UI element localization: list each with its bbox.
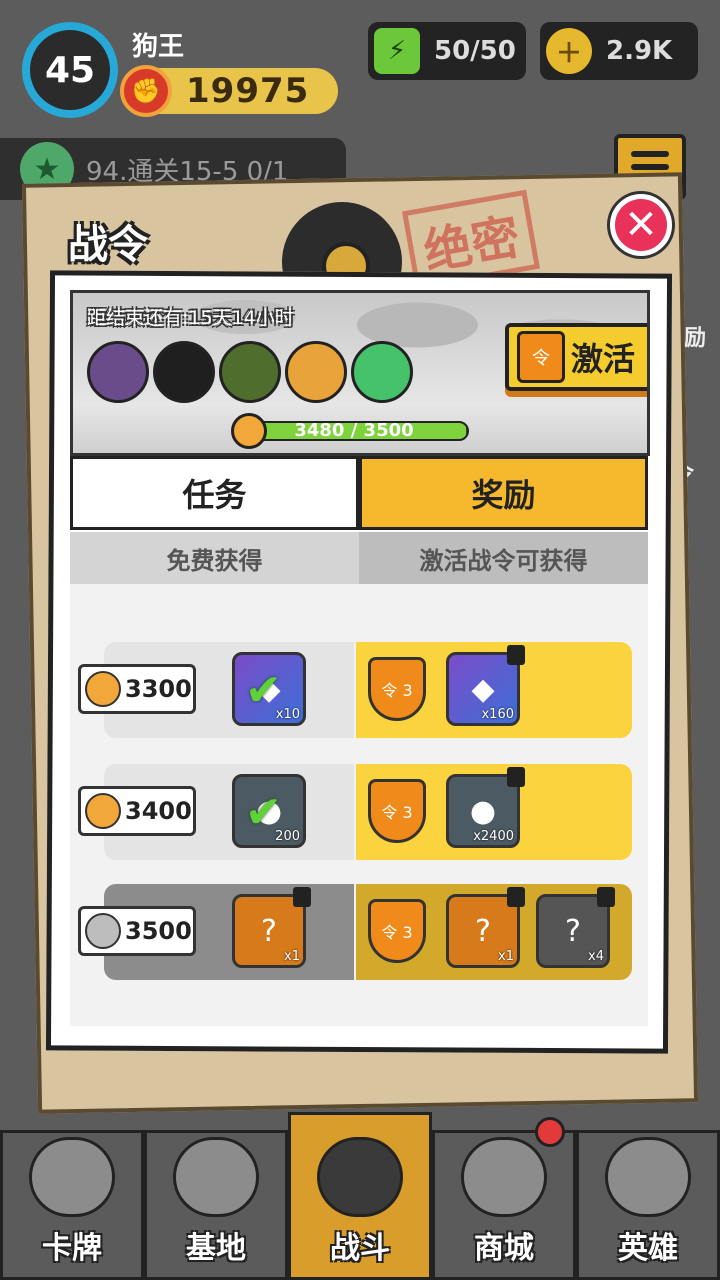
dog-coin-icon bbox=[85, 793, 121, 829]
item-glyph: ? bbox=[475, 913, 491, 949]
player-level[interactable]: 45 bbox=[22, 22, 118, 118]
money-icon bbox=[461, 1137, 547, 1217]
dog-face-icon bbox=[29, 1137, 115, 1217]
paw-icon bbox=[317, 1137, 403, 1217]
coin-plus-icon: ＋ bbox=[546, 28, 592, 74]
reward-column-headers: 免费获得 激活战令可获得 bbox=[70, 532, 648, 584]
reward-row: 3400 ● 200 ✔ 令 3 ● x2400 bbox=[70, 764, 648, 860]
item-glyph: ● bbox=[469, 793, 497, 829]
player-name: 狗王 bbox=[132, 32, 185, 62]
hero-avatar bbox=[285, 341, 347, 403]
nav-label: 商城 bbox=[474, 1231, 534, 1266]
hero-avatar bbox=[153, 341, 215, 403]
lock-icon bbox=[507, 887, 525, 907]
checkmark-icon: ✔ bbox=[245, 665, 282, 716]
token-shield-icon: 令 3 bbox=[368, 657, 426, 721]
nav-label: 卡牌 bbox=[42, 1231, 102, 1266]
nav-base[interactable]: 基地 bbox=[144, 1130, 288, 1280]
dog-coin-icon bbox=[85, 913, 121, 949]
battle-pass-banner: 距结束还有:15天14小时 令 激活 3480 / 3500 bbox=[70, 290, 650, 456]
notification-dot bbox=[535, 1117, 565, 1147]
mystery-card-icon[interactable]: ? x1 bbox=[232, 887, 311, 968]
energy-pill[interactable]: ⚡ 50/50 bbox=[368, 22, 526, 80]
token-badge-icon: 令 bbox=[517, 331, 565, 383]
reward-row: 3500? x1 令 3? x1? x4 bbox=[70, 884, 648, 980]
gold-pill[interactable]: ＋ 2.9K bbox=[540, 22, 698, 80]
item-quantity: x1 bbox=[498, 949, 514, 964]
gold-coin-icon[interactable]: ● 200 ✔ bbox=[232, 774, 306, 848]
token-shield-icon: 令 3 bbox=[368, 779, 426, 843]
paid-column-header: 激活战令可获得 bbox=[359, 532, 648, 584]
score-threshold: 3300 bbox=[78, 664, 196, 714]
tab-rewards[interactable]: 奖励 bbox=[359, 456, 648, 530]
tab-tasks[interactable]: 任务 bbox=[70, 456, 359, 530]
lightning-plus-icon: ⚡ bbox=[374, 28, 420, 74]
diamond-icon[interactable]: ◆ x10 ✔ bbox=[232, 652, 306, 726]
item-glyph: ? bbox=[261, 913, 277, 949]
hero-avatar bbox=[87, 341, 149, 403]
mystery-card-icon[interactable]: ? x4 bbox=[536, 887, 615, 968]
battle-pass-token[interactable]: 令 3 bbox=[360, 894, 434, 968]
lock-icon bbox=[507, 645, 525, 665]
score-threshold: 3500 bbox=[78, 906, 196, 956]
close-button[interactable]: ✕ bbox=[610, 194, 672, 256]
token-shield-icon: 令 3 bbox=[368, 899, 426, 963]
nav-label: 战斗 bbox=[330, 1231, 390, 1266]
countdown-text: 距结束还有:15天14小时 bbox=[87, 307, 294, 329]
progress-text: 3480 / 3500 bbox=[294, 421, 414, 441]
gold-coin-icon[interactable]: ● x2400 bbox=[446, 767, 525, 848]
battle-pass-token[interactable]: 令 3 bbox=[360, 774, 434, 848]
item-quantity: x1 bbox=[284, 949, 300, 964]
tab-bar: 任务 奖励 bbox=[70, 456, 648, 530]
boxing-glove-icon: ✊ bbox=[120, 65, 172, 117]
nav-heroes[interactable]: 英雄 bbox=[576, 1130, 720, 1280]
energy-value: 50/50 bbox=[434, 36, 516, 66]
activate-label: 激活 bbox=[571, 340, 636, 378]
lock-icon bbox=[597, 887, 615, 907]
power-value: 19975 bbox=[186, 71, 310, 111]
progress-bar: 3480 / 3500 bbox=[239, 421, 469, 441]
score-value: 3400 bbox=[125, 797, 192, 825]
dog-coin-icon bbox=[85, 671, 121, 707]
bottom-nav: 卡牌 基地 战斗 商城 英雄 bbox=[0, 1112, 720, 1280]
hero-avatar bbox=[219, 341, 281, 403]
hero-group bbox=[73, 333, 413, 413]
diamond-icon[interactable]: ◆ x160 bbox=[446, 645, 525, 726]
hero-hat-icon bbox=[605, 1137, 691, 1217]
panel-title: 战令 bbox=[68, 222, 148, 268]
score-value: 3500 bbox=[125, 917, 192, 945]
checkmark-icon: ✔ bbox=[245, 787, 282, 838]
reward-list[interactable]: 3300 ◆ x10 ✔ 令 3 ◆ x160 3400 ● 200 ✔ 令 3 ● x2400 3500?… bbox=[70, 584, 648, 1026]
reward-row: 3300 ◆ x10 ✔ 令 3 ◆ x160 bbox=[70, 642, 648, 738]
nav-label: 基地 bbox=[186, 1231, 246, 1266]
activate-button[interactable]: 令 激活 bbox=[505, 323, 647, 391]
score-threshold: 3400 bbox=[78, 786, 196, 836]
nav-battle[interactable]: 战斗 bbox=[288, 1112, 432, 1280]
battle-pass-token[interactable]: 令 3 bbox=[360, 652, 434, 726]
item-quantity: x2400 bbox=[473, 829, 514, 844]
item-quantity: x4 bbox=[588, 949, 604, 964]
nav-label: 英雄 bbox=[618, 1231, 678, 1266]
power-display: ✊ 19975 bbox=[120, 65, 338, 117]
gold-value: 2.9K bbox=[606, 36, 673, 66]
level-value: 45 bbox=[44, 49, 96, 91]
mystery-card-icon[interactable]: ? x1 bbox=[446, 887, 525, 968]
dog-coin-icon bbox=[231, 413, 267, 449]
item-glyph: ? bbox=[565, 913, 581, 949]
score-value: 3300 bbox=[125, 675, 192, 703]
item-quantity: x160 bbox=[481, 707, 514, 722]
nav-shop[interactable]: 商城 bbox=[432, 1117, 576, 1280]
lock-icon bbox=[507, 767, 525, 787]
lock-icon bbox=[293, 887, 311, 907]
item-glyph: ◆ bbox=[471, 671, 495, 707]
hero-avatar bbox=[351, 341, 413, 403]
nav-cards[interactable]: 卡牌 bbox=[0, 1130, 144, 1280]
castle-icon bbox=[173, 1137, 259, 1217]
free-column-header: 免费获得 bbox=[70, 532, 359, 584]
